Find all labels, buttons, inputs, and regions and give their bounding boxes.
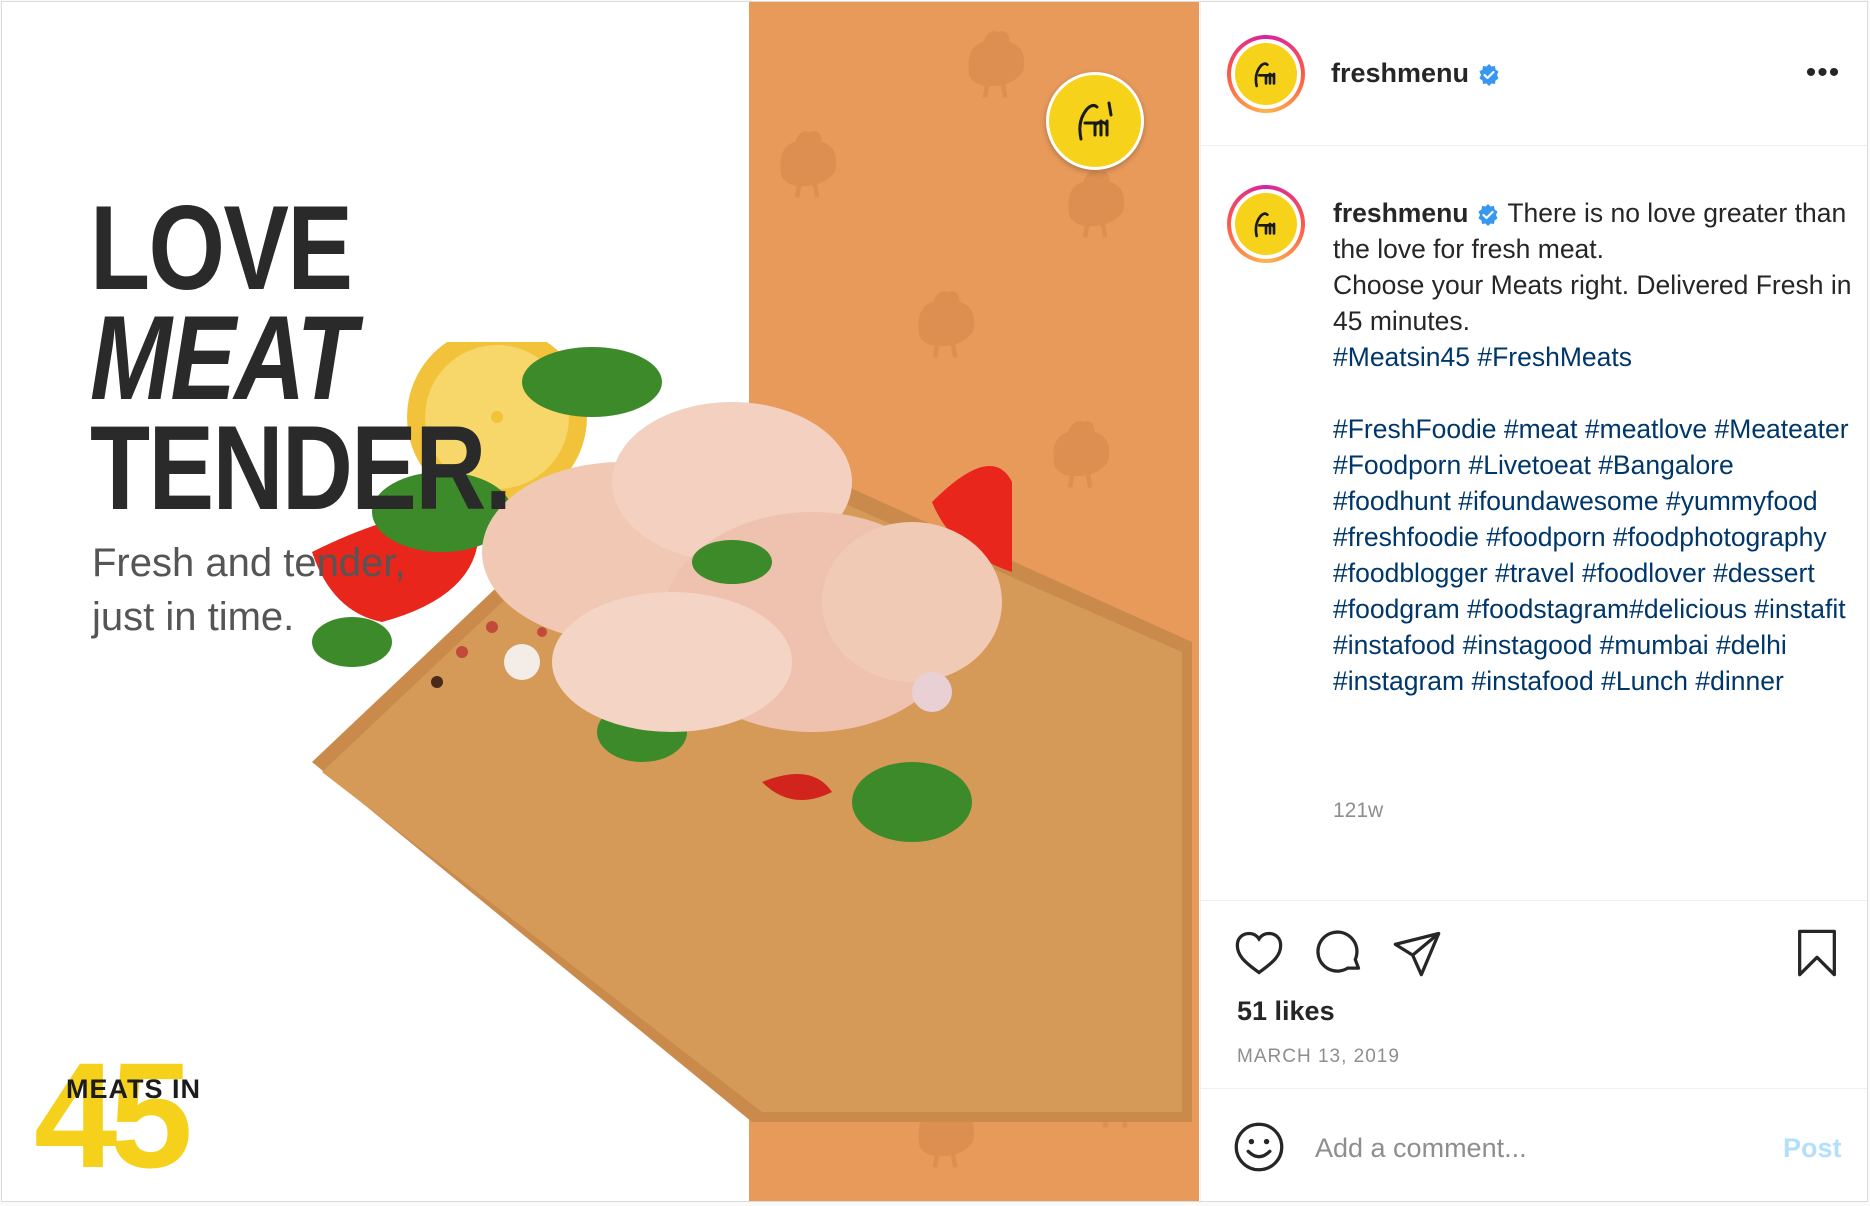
instagram-post: LOVE MEAT TENDER. Fresh and tender, just… [1,1,1868,1202]
caption-avatar[interactable] [1227,185,1305,263]
comment-icon[interactable] [1313,927,1365,979]
badge-label: MEATS IN [66,1074,201,1104]
garlic [504,644,540,680]
caption-line-2: Choose your Meats right. Delivered Fresh… [1333,270,1852,336]
headline-line-3: TENDER. [90,401,512,535]
post-sidebar: freshmenu ••• freshmenu There is no love… [1200,2,1867,1201]
bookmark-icon[interactable] [1791,927,1843,979]
subheadline: Fresh and tender, just in time. [92,541,406,639]
avatar[interactable] [1227,35,1305,113]
meats-in-45-badge: 45 MEATS IN [34,1040,244,1190]
headline-line-2: MEAT [90,291,357,425]
heart-icon[interactable] [1233,927,1285,979]
hen-pattern-icon [968,31,1025,98]
post-image[interactable]: LOVE MEAT TENDER. Fresh and tender, just… [2,2,1199,1201]
post-button[interactable]: Post [1783,1133,1842,1164]
verified-badge-icon [1478,204,1498,226]
caption-text: freshmenu There is no love greater than … [1333,195,1853,699]
caption-hashtags-2[interactable]: #FreshFoodie #meat #meatlove #Meateater … [1333,414,1849,696]
share-icon[interactable] [1391,927,1443,979]
fork-logo-icon [1254,62,1276,88]
verified-badge-icon [1479,63,1499,86]
more-options-icon[interactable]: ••• [1801,58,1845,88]
fork-logo-icon [1254,212,1276,238]
post-timestamp[interactable]: 121w [1333,799,1383,823]
caption-section: freshmenu There is no love greater than … [1201,145,1867,900]
username-text[interactable]: freshmenu [1331,58,1469,88]
likes-count[interactable]: 51 likes [1237,996,1335,1027]
fork-logo-icon [1078,101,1113,141]
action-bar: 51 likes MARCH 13, 2019 [1201,900,1867,1089]
post-header: freshmenu ••• [1201,2,1867,146]
header-username[interactable]: freshmenu [1331,58,1501,89]
caption-username[interactable]: freshmenu [1333,198,1468,228]
badge-number: 45 [34,1031,193,1199]
emoji-icon[interactable] [1233,1121,1285,1173]
freshmenu-logo [1046,72,1144,170]
caption-hashtags-1[interactable]: #Meatsin45 #FreshMeats [1333,342,1632,372]
comment-bar: Post [1201,1088,1867,1201]
more-options-label: ••• [1805,56,1841,89]
hen-pattern-icon [780,131,837,198]
headline-line-1: LOVE [90,181,353,315]
post-date: MARCH 13, 2019 [1237,1046,1400,1067]
comment-input[interactable] [1313,1119,1757,1177]
